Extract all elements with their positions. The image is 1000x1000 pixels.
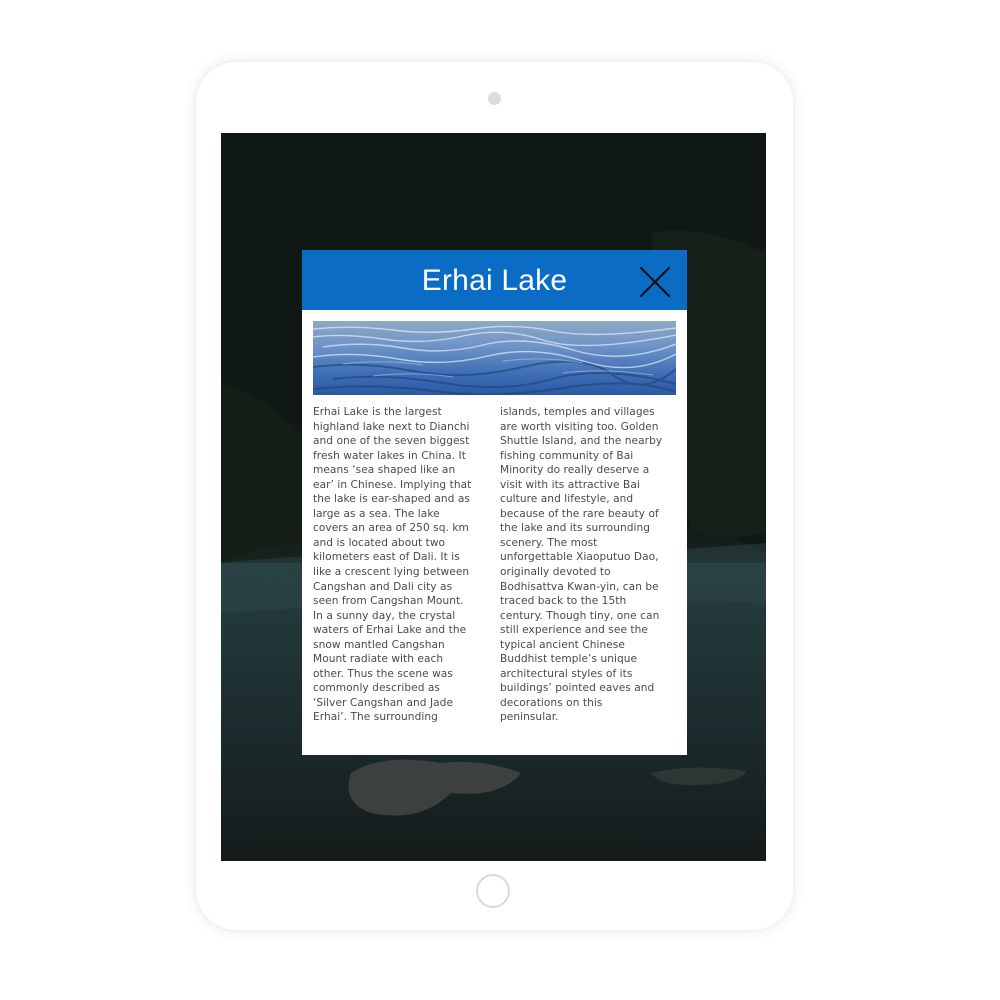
article-column-right: islands, temples and villages are worth … <box>500 406 663 724</box>
tablet-device-frame: Erhai Lake Erhai Lake is the largest hig… <box>196 62 793 930</box>
modal-header: Erhai Lake <box>302 250 687 310</box>
info-modal: Erhai Lake Erhai Lake is the largest hig… <box>302 250 687 755</box>
home-button[interactable] <box>476 874 510 908</box>
camera-dot <box>488 92 501 105</box>
lake-water-image <box>313 321 676 395</box>
tablet-screen: Erhai Lake Erhai Lake is the largest hig… <box>221 133 766 861</box>
modal-title: Erhai Lake <box>421 264 568 297</box>
close-icon[interactable] <box>638 265 672 299</box>
article-column-left: Erhai Lake is the largest highland lake … <box>313 406 472 724</box>
